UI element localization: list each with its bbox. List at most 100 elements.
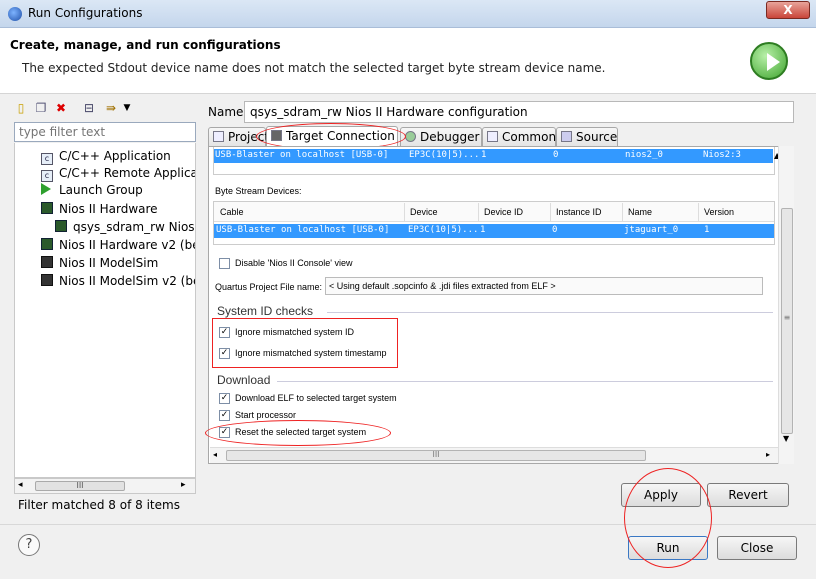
tree-item-label: Nios II ModelSim v2 (beta xyxy=(59,274,195,288)
download-elf-label: Download ELF to selected target system xyxy=(235,393,397,403)
panel-vertical-scrollbar[interactable]: ≡ ▼ xyxy=(778,146,794,464)
cell-device: EP3C(10|5)... xyxy=(408,225,479,235)
duplicate-icon[interactable]: ❐ xyxy=(34,101,48,115)
tree-item-modelsim[interactable]: Nios II ModelSim xyxy=(41,254,158,272)
annotation-ellipse-reset xyxy=(205,420,391,446)
col-version[interactable]: Version xyxy=(704,207,734,217)
byte-stream-row[interactable]: USB-Blaster on localhost [USB-0] EP3C(10… xyxy=(214,224,774,238)
tree-item-nios-hardware-v2[interactable]: Nios II Hardware v2 (beta xyxy=(41,236,195,254)
delete-icon[interactable]: ✖ xyxy=(54,101,68,115)
dialog-header: Create, manage, and run configurations T… xyxy=(0,28,816,94)
header-message: The expected Stdout device name does not… xyxy=(22,61,606,75)
chevron-down-icon[interactable]: ▼ xyxy=(120,101,134,115)
close-button[interactable]: Close xyxy=(717,536,797,560)
cell-device-id: 1 xyxy=(480,225,486,235)
tab-label: Debugger xyxy=(420,130,480,144)
filter-input[interactable] xyxy=(14,122,196,142)
scroll-right-icon[interactable]: ▸ xyxy=(181,480,186,490)
download-section-title: Download xyxy=(217,373,271,387)
col-divider xyxy=(622,203,623,221)
filter-icon[interactable]: ⇛ xyxy=(104,101,118,115)
disable-console-checkbox[interactable] xyxy=(219,258,230,269)
sysid-section-title: System ID checks xyxy=(217,304,314,318)
tab-common[interactable]: Common xyxy=(482,127,556,147)
col-divider xyxy=(698,203,699,221)
start-processor-checkbox[interactable]: ✓ xyxy=(219,410,230,421)
disable-console-label: Disable 'Nios II Console' view xyxy=(235,258,353,268)
modelsim-icon xyxy=(41,256,53,268)
filter-status: Filter matched 8 of 8 items xyxy=(18,498,180,512)
tree-item-label: qsys_sdram_rw Nios II xyxy=(73,220,196,234)
col-cable[interactable]: Cable xyxy=(220,207,244,217)
collapse-all-icon[interactable]: ⊟ xyxy=(82,101,96,115)
header-title: Create, manage, and run configurations xyxy=(10,38,281,52)
common-icon xyxy=(487,131,498,142)
col-device[interactable]: Device xyxy=(410,207,438,217)
col-name[interactable]: Name xyxy=(628,207,652,217)
tree-item-label: Launch Group xyxy=(59,183,143,197)
tab-label: Source xyxy=(576,130,618,144)
close-window-button[interactable]: X xyxy=(766,1,810,19)
config-tree: cC/C++ Application cC/C++ Remote Applica… xyxy=(14,143,196,478)
run-banner-icon xyxy=(750,42,788,80)
cell-version: 1 xyxy=(704,225,710,235)
download-elf-checkbox[interactable]: ✓ xyxy=(219,393,230,404)
help-button[interactable]: ? xyxy=(18,534,40,556)
col-divider xyxy=(550,203,551,221)
eclipse-icon xyxy=(8,7,22,21)
byte-stream-label: Byte Stream Devices: xyxy=(215,186,302,196)
processor-table xyxy=(213,147,775,175)
col-divider xyxy=(478,203,479,221)
launch-group-icon xyxy=(41,183,51,195)
tree-item-nios-hardware[interactable]: Nios II Hardware xyxy=(41,200,158,218)
nios-hw2-icon xyxy=(41,238,53,250)
scroll-left-icon[interactable]: ◂ xyxy=(18,480,23,490)
col-instance-id[interactable]: Instance ID xyxy=(556,207,602,217)
cell-cable: USB-Blaster on localhost [USB-0] xyxy=(216,225,390,235)
left-toolbar: ▯ ❐ ✖ ⊟ ⇛ ▼ xyxy=(14,99,194,119)
quartus-field[interactable]: < Using default .sopcinfo & .jdi files e… xyxy=(325,277,763,295)
scroll-left-icon[interactable]: ◂ xyxy=(213,450,217,459)
tab-source[interactable]: Source xyxy=(556,127,618,147)
tree-item-launch-group[interactable]: Launch Group xyxy=(41,181,143,199)
panel-horizontal-scrollbar[interactable]: ◂ III ▸ xyxy=(210,447,778,463)
debugger-icon xyxy=(405,131,416,142)
annotation-rect-sysid xyxy=(212,318,398,368)
target-connection-panel: USB-Blaster on localhost [USB-0] EP3C(10… xyxy=(208,146,794,464)
nios-config-icon xyxy=(55,220,67,232)
source-icon xyxy=(561,131,572,142)
tree-item-label: Nios II Hardware v2 (beta xyxy=(59,238,195,252)
tree-item-label: C/C++ Remote Applicatio xyxy=(59,166,195,180)
tab-label: Common xyxy=(502,130,557,144)
start-processor-label: Start processor xyxy=(235,410,297,420)
tree-item-label: Nios II ModelSim xyxy=(59,256,159,270)
tree-item-modelsim-v2[interactable]: Nios II ModelSim v2 (beta xyxy=(41,272,195,290)
play-icon xyxy=(767,53,780,71)
project-icon xyxy=(213,131,224,142)
panel-vscroll-thumb[interactable]: ≡ xyxy=(781,208,793,434)
revert-button[interactable]: Revert xyxy=(707,483,789,507)
tree-item-c-remote[interactable]: cC/C++ Remote Applicatio xyxy=(41,164,195,182)
tree-horizontal-scrollbar[interactable]: ◂ III ▸ xyxy=(14,478,196,494)
tree-item-c-application[interactable]: c C/C++ Application xyxy=(41,147,171,165)
tree-scroll-thumb[interactable]: III xyxy=(35,481,125,491)
col-divider xyxy=(404,203,405,221)
cell-instance-id: 0 xyxy=(552,225,558,235)
quartus-label: Quartus Project File name: xyxy=(215,282,323,292)
new-config-icon[interactable]: ▯ xyxy=(14,101,28,115)
tree-item-label: C/C++ Application xyxy=(59,149,171,163)
col-device-id[interactable]: Device ID xyxy=(484,207,523,217)
tree-item-label: Nios II Hardware xyxy=(59,202,158,216)
scroll-down-icon[interactable]: ▼ xyxy=(783,434,789,443)
config-name-input[interactable] xyxy=(244,101,794,123)
panel-hscroll-thumb[interactable]: III xyxy=(226,450,646,461)
scroll-right-icon[interactable]: ▸ xyxy=(766,450,770,459)
byte-stream-table: Cable Device Device ID Instance ID Name … xyxy=(213,201,775,245)
tab-debugger[interactable]: Debugger xyxy=(400,127,482,147)
modelsim2-icon xyxy=(41,274,53,286)
nios-hw-icon xyxy=(41,202,53,214)
annotation-ellipse-run xyxy=(624,468,712,568)
tree-item-qsys-config[interactable]: qsys_sdram_rw Nios II xyxy=(55,218,196,236)
quartus-value: < Using default .sopcinfo & .jdi files e… xyxy=(329,281,556,291)
name-label: Name: xyxy=(208,105,248,119)
